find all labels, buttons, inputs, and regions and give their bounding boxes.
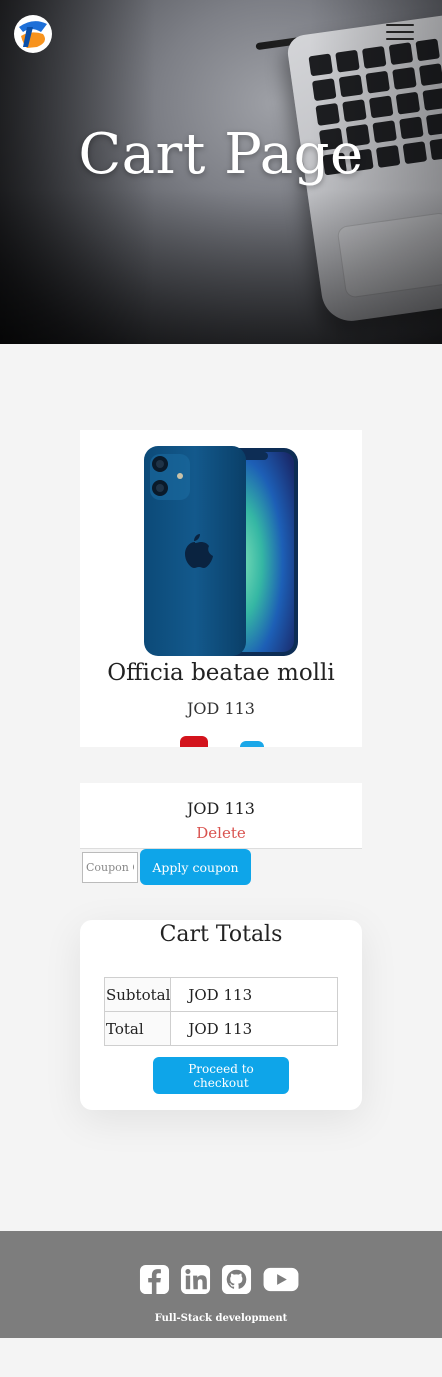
site-footer: Full-Stack development [0, 1231, 442, 1338]
github-icon[interactable] [221, 1264, 252, 1295]
color-swatch-red[interactable] [180, 736, 208, 747]
page-title: Cart Page [78, 122, 364, 187]
youtube-icon[interactable] [262, 1264, 300, 1295]
facebook-icon[interactable] [139, 1264, 170, 1295]
totals-row-total: Total JOD 113 [103, 1011, 338, 1046]
hamburger-menu-icon[interactable] [386, 24, 414, 40]
linkedin-icon[interactable] [180, 1264, 211, 1295]
delete-link[interactable]: Delete [80, 824, 362, 842]
proceed-to-checkout-button[interactable]: Proceed to checkout [153, 1057, 289, 1094]
footer-tagline: Full-Stack development [154, 1313, 288, 1324]
product-card: Officia beatae molli JOD 113 [80, 430, 362, 747]
total-value: JOD 113 [170, 1011, 338, 1046]
totals-table: Subtotal JOD 113 Total JOD 113 [103, 977, 338, 1046]
cart-totals-title: Cart Totals [159, 922, 283, 947]
product-name[interactable]: Officia beatae molli [80, 660, 362, 686]
smartphone-image [144, 446, 298, 656]
totals-row-subtotal: Subtotal JOD 113 [103, 977, 338, 1012]
cart-line-item: JOD 113 Delete [80, 783, 362, 849]
color-swatch-blue[interactable] [240, 741, 264, 747]
brand-logo-icon[interactable] [13, 14, 53, 54]
subtotal-value: JOD 113 [170, 977, 338, 1012]
apply-coupon-button[interactable]: Apply coupon [140, 849, 251, 885]
hero-banner: Cart Page [0, 0, 442, 344]
coupon-code-input[interactable] [82, 852, 138, 883]
total-label: Total [103, 1011, 172, 1046]
subtotal-label: Subtotal [103, 977, 172, 1012]
product-price: JOD 113 [187, 699, 255, 718]
cart-totals-card: Cart Totals Subtotal JOD 113 Total JOD 1… [80, 920, 362, 1110]
social-links [139, 1264, 300, 1295]
line-item-price: JOD 113 [187, 799, 255, 818]
